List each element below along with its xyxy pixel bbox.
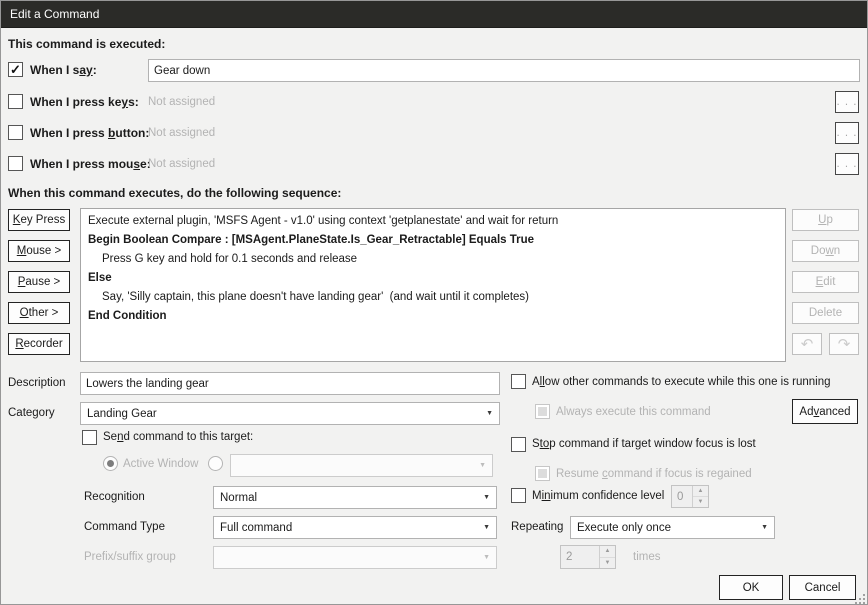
when-i-press-mouse-label: When I press mouse: (30, 157, 151, 171)
dropdown-arrow-icon: ▼ (483, 554, 490, 561)
sequence-item[interactable]: Else (88, 269, 778, 288)
send-to-target-checkbox[interactable] (82, 430, 97, 445)
min-confidence-label: Minimum confidence level (532, 490, 665, 502)
redo-button: ↷ (829, 333, 859, 355)
window-titlebar[interactable]: Edit a Command (0, 0, 868, 28)
browse-mouse-button[interactable]: . . . (835, 153, 859, 175)
undo-button: ↶ (792, 333, 822, 355)
stop-on-focus-lost-label: Stop command if target window focus is l… (532, 438, 756, 450)
recorder-button[interactable]: Recorder (8, 333, 70, 355)
description-label: Description (8, 377, 66, 389)
prefix-suffix-select: ▼ (213, 546, 497, 569)
undo-icon: ↶ (800, 336, 814, 353)
radio-dot (107, 460, 114, 467)
category-label: Category (8, 407, 55, 419)
repeat-times-spinner: 2 ▲ ▼ (560, 545, 616, 569)
spinner-down-icon: ▼ (604, 559, 611, 566)
disabled-checkbox-fill (538, 469, 547, 478)
key-press-button[interactable]: Key Press (8, 209, 70, 231)
always-execute-checkbox (535, 404, 550, 419)
other-menu-button[interactable]: Other > (8, 302, 70, 324)
when-i-press-mouse-checkbox[interactable] (8, 156, 23, 171)
specific-window-radio (208, 456, 223, 471)
move-down-button: Down (792, 240, 859, 262)
spinner-up-icon: ▲ (600, 546, 615, 558)
allow-other-commands-label: Allow other commands to execute while th… (532, 376, 831, 388)
target-window-select: ▼ (230, 454, 493, 477)
cancel-button[interactable]: Cancel (789, 575, 856, 600)
command-type-value: Full command (220, 521, 293, 534)
button-assignment-value: Not assigned (148, 127, 216, 139)
resize-grip[interactable] (854, 593, 866, 605)
stop-on-focus-lost-checkbox[interactable] (511, 437, 526, 452)
recognition-label: Recognition (84, 491, 145, 503)
checkmark-icon: ✓ (10, 61, 21, 77)
action-sequence-list[interactable]: Execute external plugin, 'MSFS Agent - v… (80, 208, 786, 362)
active-window-radio (103, 456, 118, 471)
times-label: times (633, 551, 661, 563)
recognition-value: Normal (220, 491, 258, 504)
disabled-checkbox-fill (538, 407, 547, 416)
when-i-say-checkbox[interactable]: ✓ (8, 62, 23, 77)
redo-icon: ↷ (837, 336, 851, 353)
dropdown-arrow-icon: ▼ (483, 494, 490, 501)
edit-action-button: Edit (792, 271, 859, 293)
when-i-press-button-checkbox[interactable] (8, 125, 23, 140)
always-execute-label: Always execute this command (556, 406, 711, 418)
category-value: Landing Gear (87, 407, 157, 420)
min-confidence-checkbox[interactable] (511, 488, 526, 503)
sequence-item[interactable]: Say, 'Silly captain, this plane doesn't … (88, 288, 778, 307)
delete-action-button: Delete (792, 302, 859, 324)
spinner-up-icon: ▲ (693, 486, 708, 497)
browse-button-button[interactable]: . . . (835, 122, 859, 144)
resume-on-focus-checkbox (535, 466, 550, 481)
description-input[interactable]: Lowers the landing gear (80, 372, 500, 395)
dropdown-arrow-icon: ▼ (761, 524, 768, 531)
sequence-item[interactable]: Execute external plugin, 'MSFS Agent - v… (88, 212, 778, 231)
sequence-item[interactable]: Press G key and hold for 0.1 seconds and… (88, 250, 778, 269)
recognition-select[interactable]: Normal ▼ (213, 486, 497, 509)
mouse-assignment-value: Not assigned (148, 158, 216, 170)
when-i-say-label: When I say: (30, 63, 97, 77)
min-confidence-value: 0 (677, 490, 684, 503)
min-confidence-spinner: 0 ▲ ▼ (671, 485, 709, 508)
sequence-item[interactable]: Begin Boolean Compare : [MSAgent.PlaneSt… (88, 231, 778, 250)
dropdown-arrow-icon: ▼ (486, 410, 493, 417)
send-to-target-label: Send command to this target: (103, 431, 254, 443)
sequence-item[interactable]: End Condition (88, 307, 778, 326)
when-i-press-button-label: When I press button: (30, 126, 150, 140)
allow-other-commands-checkbox[interactable] (511, 374, 526, 389)
command-type-label: Command Type (84, 521, 165, 533)
description-value: Lowers the landing gear (86, 377, 209, 390)
move-up-button: Up (792, 209, 859, 231)
keys-assignment-value: Not assigned (148, 96, 216, 108)
spoken-phrase-input[interactable]: Gear down (148, 59, 860, 82)
browse-keys-button[interactable]: . . . (835, 91, 859, 113)
active-window-label: Active Window (123, 458, 199, 470)
sequence-heading: When this command executes, do the follo… (8, 186, 342, 200)
ok-button[interactable]: OK (719, 575, 783, 600)
pause-menu-button[interactable]: Pause > (8, 271, 70, 293)
dropdown-arrow-icon: ▼ (479, 462, 486, 469)
repeat-times-value: 2 (566, 551, 573, 563)
resume-on-focus-label: Resume command if focus is regained (556, 468, 752, 480)
category-select[interactable]: Landing Gear ▼ (80, 402, 500, 425)
window-title: Edit a Command (10, 6, 100, 21)
repeating-select[interactable]: Execute only once ▼ (570, 516, 775, 539)
dropdown-arrow-icon: ▼ (483, 524, 490, 531)
spinner-down-icon: ▼ (697, 499, 704, 505)
executed-heading: This command is executed: (8, 37, 166, 51)
when-i-press-keys-label: When I press keys: (30, 95, 139, 109)
advanced-button[interactable]: Advanced (792, 399, 858, 424)
mouse-menu-button[interactable]: Mouse > (8, 240, 70, 262)
when-i-press-keys-checkbox[interactable] (8, 94, 23, 109)
repeating-value: Execute only once (577, 521, 671, 534)
repeating-label: Repeating (511, 521, 564, 533)
command-type-select[interactable]: Full command ▼ (213, 516, 497, 539)
spoken-phrase-value: Gear down (154, 64, 211, 77)
prefix-suffix-label: Prefix/suffix group (84, 551, 176, 563)
